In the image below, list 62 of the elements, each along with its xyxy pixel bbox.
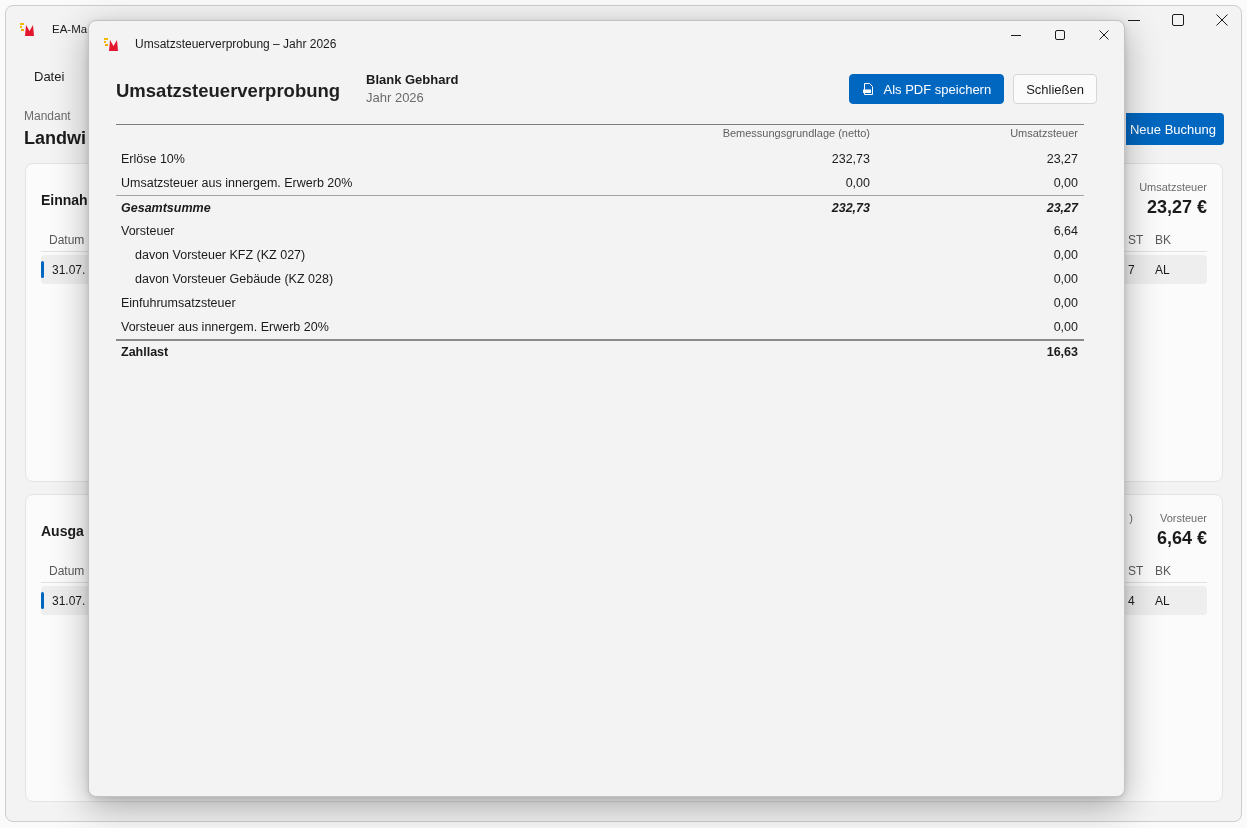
minimize-icon[interactable] xyxy=(1011,34,1021,36)
list-cell: AL xyxy=(1155,593,1170,608)
maximize-icon[interactable] xyxy=(1055,30,1065,40)
close-icon[interactable] xyxy=(1216,14,1228,26)
table-cell: Zahllast xyxy=(121,344,169,360)
client-label: Mandant xyxy=(24,108,71,124)
card-title: Einnah xyxy=(41,191,88,208)
list-cell: AL xyxy=(1155,262,1170,277)
app-logo-icon xyxy=(20,22,34,36)
document-icon xyxy=(862,83,873,95)
table-cell: 0,00 xyxy=(1053,295,1078,311)
app-logo-icon xyxy=(104,37,118,51)
table-cell: 0,00 xyxy=(1053,319,1078,335)
client-name: Blank Gebhard xyxy=(366,71,459,89)
column-header: ST xyxy=(1128,563,1144,578)
window-title: Umsatzsteuerverprobung – Jahr 2026 xyxy=(135,36,337,52)
table-cell: Vorsteuer aus innergem. Erwerb 20% xyxy=(121,319,329,335)
column-header: BK xyxy=(1155,232,1171,247)
table-cell: 0,00 xyxy=(1053,271,1078,287)
close-button[interactable]: Schließen xyxy=(1013,74,1097,104)
column-header: Bemessungsgrundlage (netto) xyxy=(722,126,870,140)
list-cell: 4 xyxy=(1128,593,1135,608)
year-label: Jahr 2026 xyxy=(366,89,424,107)
column-header: Datum xyxy=(49,563,85,578)
stat-value: 6,64 € xyxy=(1156,527,1207,550)
client-name: Landwi xyxy=(24,127,86,150)
table-cell: davon Vorsteuer Gebäude (KZ 028) xyxy=(135,271,334,287)
table-cell: Umsatzsteuer aus innergem. Erwerb 20% xyxy=(121,175,353,191)
table-cell: Erlöse 10% xyxy=(121,151,185,167)
table-cell: 23,27 xyxy=(1046,151,1078,167)
list-cell: 31.07. xyxy=(52,593,86,608)
table-cell: Gesamtsumme xyxy=(121,199,211,216)
table-cell: davon Vorsteuer KFZ (KZ 027) xyxy=(135,247,306,263)
menu-item[interactable]: Datei xyxy=(24,60,75,92)
table-cell: 16,63 xyxy=(1046,344,1078,360)
table-cell: Vorsteuer xyxy=(121,223,175,239)
stat-label: Umsatzsteuer xyxy=(1139,180,1207,194)
save-pdf-button[interactable]: Als PDF speichern xyxy=(848,74,1005,104)
list-cell: 7 xyxy=(1128,262,1135,277)
table-cell: 232,73 xyxy=(831,151,870,167)
new-booking-button[interactable]: Neue Buchung xyxy=(1126,113,1224,145)
table-cell: 232,73 xyxy=(831,199,870,216)
table-cell: 0,00 xyxy=(845,175,870,191)
table-cell: Einfuhrumsatzsteuer xyxy=(121,295,236,311)
dialog-heading: Umsatzsteuerverprobung xyxy=(116,80,342,102)
table-cell: 0,00 xyxy=(1053,247,1078,263)
column-header: Datum xyxy=(49,232,85,247)
minimize-icon[interactable] xyxy=(1128,19,1140,21)
table-cell: 6,64 xyxy=(1053,223,1078,239)
window-title: EA-Ma xyxy=(52,22,88,37)
stat-value: 23,27 € xyxy=(1146,196,1207,219)
column-header: ST xyxy=(1128,232,1144,247)
card-title: Ausga xyxy=(41,522,84,539)
column-header: BK xyxy=(1155,563,1171,578)
list-cell: 31.07. xyxy=(52,262,86,277)
close-icon[interactable] xyxy=(1099,30,1109,40)
column-header: Umsatzsteuer xyxy=(1010,126,1078,140)
table-cell: 23,27 xyxy=(1046,199,1078,216)
maximize-icon[interactable] xyxy=(1172,14,1184,26)
table-cell: 0,00 xyxy=(1053,175,1078,191)
stat-label: ) xyxy=(1129,511,1133,525)
stat-label: Vorsteuer xyxy=(1159,511,1207,525)
